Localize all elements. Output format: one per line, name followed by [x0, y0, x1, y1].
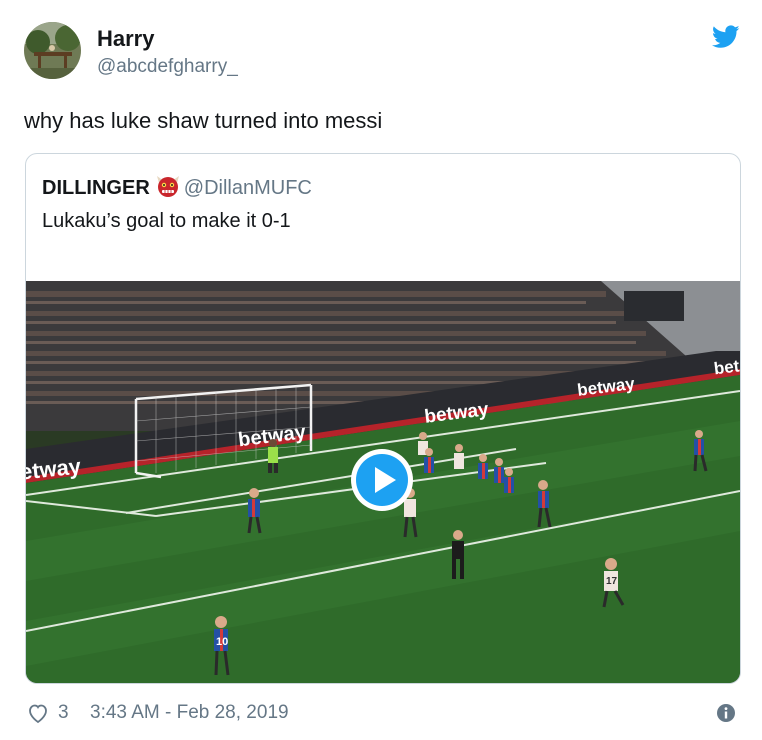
author-handle[interactable]: @abcdefgharry_ [97, 56, 238, 78]
tweet-footer: 3 3:43 AM - Feb 28, 2019 [24, 700, 740, 728]
quoted-display-name: DILLINGER [42, 177, 150, 199]
quoted-handle: @DillanMUFC [183, 177, 312, 199]
play-button[interactable] [350, 448, 414, 512]
like-count: 3 [58, 702, 69, 723]
info-icon[interactable] [716, 703, 736, 723]
quoted-tweet-card[interactable]: DILLINGER @DillanMUFC Lukaku’s goal to m… [25, 153, 741, 684]
author-avatar[interactable] [24, 22, 81, 79]
heart-icon[interactable] [26, 701, 50, 725]
quoted-tweet-text: Lukaku’s goal to make it 0-1 [42, 210, 291, 232]
author-display-name[interactable]: Harry [97, 26, 154, 52]
player-number-right: 17 [606, 576, 618, 587]
board-text-far-right: bet [713, 356, 740, 378]
tweet-text: why has luke shaw turned into messi [24, 108, 383, 133]
ogre-emoji-icon [156, 174, 180, 198]
player-number-left: 10 [216, 636, 228, 648]
quoted-author-line: DILLINGER @DillanMUFC [42, 174, 312, 200]
video-player[interactable]: etway betway betway betway bet 10 17 [26, 281, 740, 683]
twitter-bird-icon[interactable] [711, 24, 740, 50]
tweet-timestamp[interactable]: 3:43 AM - Feb 28, 2019 [90, 702, 289, 724]
